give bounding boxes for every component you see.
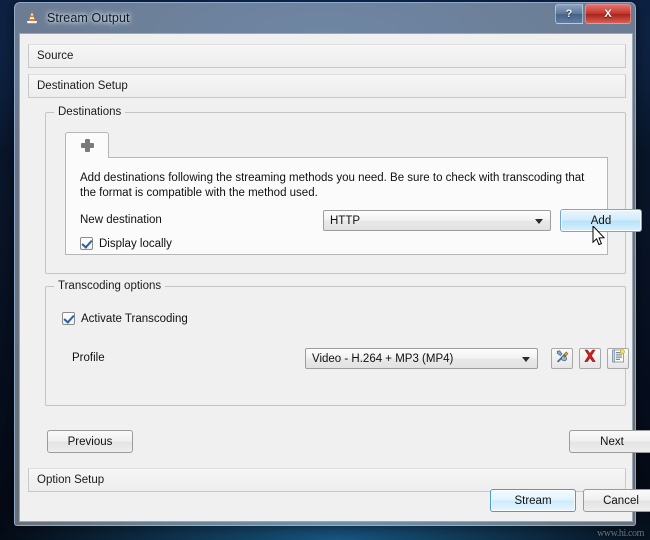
display-locally-label: Display locally: [99, 237, 172, 250]
destinations-group-title: Destinations: [54, 106, 126, 118]
section-label-source: Source: [37, 50, 74, 62]
cancel-button[interactable]: Cancel: [583, 489, 650, 512]
delete-x-icon: [583, 349, 597, 368]
destinations-description: Add destinations following the streaming…: [80, 172, 585, 199]
plus-icon: [80, 139, 94, 152]
activate-transcoding-label: Activate Transcoding: [81, 312, 188, 325]
transcoding-options-group: Transcoding options Activate Transcoding…: [45, 280, 629, 406]
stream-output-window: Stream Output ? X Source Destination Set…: [14, 2, 650, 526]
new-destination-value: HTTP: [330, 214, 361, 227]
help-button[interactable]: ?: [555, 4, 583, 24]
display-locally-checkbox[interactable]: Display locally: [80, 237, 172, 250]
watermark-text: www.hi.com: [596, 528, 644, 539]
section-label-destination-setup: Destination Setup: [37, 80, 128, 92]
destination-tab-page: Add destinations following the streaming…: [65, 157, 642, 255]
new-destination-combo[interactable]: HTTP: [323, 210, 551, 231]
new-destination-label: New destination: [80, 214, 162, 226]
edit-profile-button[interactable]: [551, 348, 573, 369]
destinations-group: Destinations Add destinations following …: [45, 106, 642, 274]
section-label-option-setup: Option Setup: [37, 474, 105, 486]
display-locally-checkbox-box[interactable]: [80, 237, 93, 250]
activate-transcoding-checkbox[interactable]: Activate Transcoding: [62, 312, 188, 325]
new-profile-list-icon: [611, 349, 625, 368]
profile-label: Profile: [72, 352, 105, 364]
section-header-destination-setup[interactable]: Destination Setup: [28, 74, 626, 98]
close-button[interactable]: X: [585, 4, 631, 24]
dialog-client-area: Source Destination Setup Destinations Ad…: [19, 33, 650, 522]
previous-button[interactable]: Previous: [47, 430, 133, 453]
window-title: Stream Output: [47, 11, 130, 25]
add-destination-tab[interactable]: [65, 132, 109, 158]
chevron-down-icon: [522, 357, 530, 362]
title-bar[interactable]: Stream Output ? X: [15, 3, 635, 33]
stream-button[interactable]: Stream: [490, 489, 576, 512]
tools-icon: [555, 349, 570, 369]
transcoding-group-title: Transcoding options: [54, 280, 166, 292]
profile-value: Video - H.264 + MP3 (MP4): [312, 352, 454, 365]
destination-tabstrip: [65, 132, 109, 158]
activate-transcoding-checkbox-box[interactable]: [62, 312, 75, 325]
new-profile-button[interactable]: [607, 348, 629, 369]
caption-buttons: ? X: [555, 4, 631, 24]
add-destination-button[interactable]: Add: [560, 209, 642, 232]
section-header-source[interactable]: Source: [28, 44, 626, 68]
next-button[interactable]: Next: [569, 430, 650, 453]
chevron-down-icon: [535, 219, 543, 224]
profile-combo[interactable]: Video - H.264 + MP3 (MP4): [305, 348, 538, 369]
delete-profile-button[interactable]: [579, 348, 601, 369]
desktop-background: Stream Output ? X Source Destination Set…: [0, 0, 650, 540]
vlc-cone-icon: [25, 10, 39, 26]
